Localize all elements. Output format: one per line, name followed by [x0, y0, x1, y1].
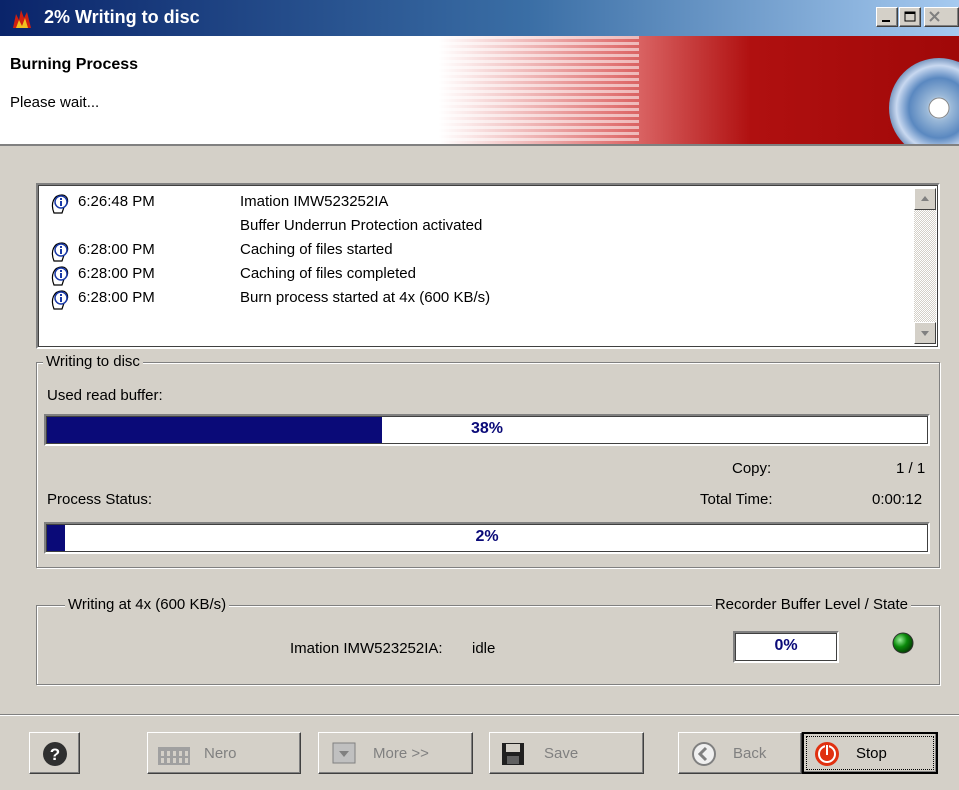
- info-icon: [51, 290, 69, 310]
- copy-value: 1 / 1: [896, 460, 926, 477]
- banner-disc-art: [439, 36, 959, 144]
- scroll-up-button[interactable]: [914, 188, 936, 210]
- log-message: Caching of files started: [240, 241, 393, 258]
- save-button[interactable]: Save: [489, 732, 644, 774]
- help-glyph: ?: [50, 745, 60, 764]
- log-message: Burn process started at 4x (600 KB/s): [240, 289, 491, 306]
- recorder-buffer-percent: 0%: [774, 637, 798, 654]
- back-arrow-icon: [692, 742, 716, 766]
- close-button[interactable]: [924, 7, 959, 27]
- floppy-disk-icon: [502, 743, 524, 765]
- close-icon: [929, 11, 940, 22]
- back-button[interactable]: Back: [678, 732, 802, 774]
- total-time-value: 0:00:12: [872, 491, 923, 508]
- header-banner: Burning Process Please wait...: [0, 36, 959, 146]
- read-buffer-progress: 38%: [44, 414, 930, 446]
- log-message: Caching of files completed: [240, 265, 416, 282]
- log-time: 6:28:00 PM: [78, 241, 155, 258]
- arrow-down-icon: [921, 331, 929, 336]
- recorder-group-right-title: Recorder Buffer Level / State: [711, 596, 911, 613]
- help-icon: ?: [43, 742, 67, 766]
- header-title: Burning Process: [10, 56, 139, 73]
- device-state: idle: [472, 640, 496, 657]
- info-icon: [51, 266, 69, 286]
- total-time-label: Total Time:: [700, 491, 773, 508]
- process-status-progress: 2%: [44, 522, 930, 554]
- process-status-label: Process Status:: [47, 491, 153, 508]
- nero-button[interactable]: Nero: [147, 732, 301, 774]
- minimize-button[interactable]: [876, 7, 898, 27]
- scroll-down-button[interactable]: [914, 322, 936, 344]
- read-buffer-label: Used read buffer:: [47, 387, 163, 404]
- log-time: 6:26:48 PM: [78, 193, 155, 210]
- stop-label: Stop: [856, 745, 887, 762]
- minimize-icon: [882, 20, 890, 22]
- log-scrollbar[interactable]: [914, 188, 936, 344]
- info-icon: [51, 194, 69, 214]
- stop-power-icon: [815, 742, 839, 766]
- copy-label: Copy:: [732, 460, 772, 477]
- more-label: More >>: [373, 745, 429, 762]
- save-label: Save: [544, 745, 579, 762]
- recorder-group-left-title: Writing at 4x (600 KB/s): [65, 596, 230, 613]
- log-time: 6:28:00 PM: [78, 289, 155, 306]
- recorder-buffer-level: 0%: [733, 631, 839, 663]
- arrow-up-icon: [921, 196, 929, 201]
- log-time: 6:28:00 PM: [78, 265, 155, 282]
- read-buffer-percent: 38%: [470, 420, 504, 437]
- stop-button[interactable]: Stop: [802, 732, 938, 774]
- process-status-percent: 2%: [475, 528, 499, 545]
- header-subtitle: Please wait...: [10, 94, 100, 111]
- back-label: Back: [733, 745, 767, 762]
- log-row[interactable]: 6:28:00 PM Caching of files started: [48, 239, 908, 263]
- info-icon: [51, 242, 69, 262]
- colosseum-icon: [158, 747, 190, 765]
- button-separator: [0, 714, 959, 716]
- log-row[interactable]: 6:28:00 PM Caching of files completed: [48, 263, 908, 287]
- nero-label: Nero: [204, 745, 237, 762]
- log-list[interactable]: 6:26:48 PM Imation IMW523252IA Buffer Unde…: [36, 183, 940, 349]
- device-label: Imation IMW523252IA:: [290, 640, 443, 657]
- log-row[interactable]: 6:26:48 PM Imation IMW523252IA: [48, 191, 908, 215]
- title-bar[interactable]: 2% Writing to disc: [0, 0, 959, 36]
- nero-flame-icon: [13, 10, 31, 28]
- log-message: Buffer Underrun Protection activated: [240, 217, 483, 234]
- window-title: 2% Writing to disc: [44, 7, 200, 27]
- help-button[interactable]: ?: [29, 732, 80, 774]
- status-led-icon: [892, 632, 914, 654]
- maximize-button[interactable]: [899, 7, 921, 27]
- log-row[interactable]: 6:28:00 PM Burn process started at 4x (60…: [48, 287, 908, 311]
- more-icon: [332, 742, 356, 764]
- more-button[interactable]: More >>: [318, 732, 473, 774]
- maximize-icon: [904, 11, 916, 22]
- writing-group-title: Writing to disc: [43, 353, 143, 370]
- log-row[interactable]: Buffer Underrun Protection activated: [48, 215, 908, 239]
- log-message: Imation IMW523252IA: [240, 193, 389, 210]
